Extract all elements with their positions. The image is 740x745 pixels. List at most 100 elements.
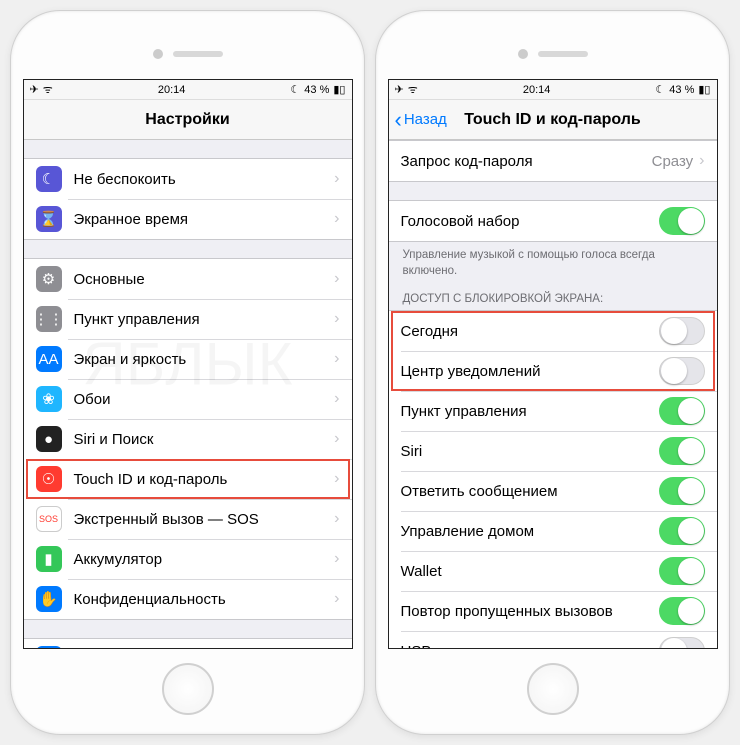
toggle[interactable] xyxy=(659,317,705,345)
chevron-right-icon: › xyxy=(334,310,339,328)
toggle[interactable] xyxy=(659,517,705,545)
toggle[interactable] xyxy=(659,597,705,625)
back-button[interactable]: ‹ Назад xyxy=(395,107,447,133)
toggle[interactable] xyxy=(659,397,705,425)
app-icon: ⋮⋮ xyxy=(36,306,62,332)
row-label: Siri и Поиск xyxy=(74,431,335,448)
chevron-right-icon: › xyxy=(334,470,339,488)
app-icon: ✋ xyxy=(36,586,62,612)
row-label: Запрос код-пароля xyxy=(401,153,652,170)
battery-label: 43 % xyxy=(304,84,329,96)
toggle[interactable] xyxy=(659,357,705,385)
back-label: Назад xyxy=(404,111,447,128)
row-label: Сегодня xyxy=(401,323,659,340)
app-icon: ❀ xyxy=(36,386,62,412)
settings-row[interactable]: ⌛ Экранное время› xyxy=(24,199,352,239)
lock-access-row[interactable]: Управление домом xyxy=(389,511,717,551)
settings-row[interactable]: ❀ Обои› xyxy=(24,379,352,419)
lock-access-row[interactable]: Повтор пропущенных вызовов xyxy=(389,591,717,631)
settings-row[interactable]: ⒶiTunes Store и App Store› xyxy=(24,639,352,648)
settings-row[interactable]: ▮ Аккумулятор› xyxy=(24,539,352,579)
toggle[interactable] xyxy=(659,557,705,585)
row-label: USB-аксессуары xyxy=(401,643,659,648)
lock-access-row[interactable]: Сегодня xyxy=(389,311,717,351)
toggle[interactable] xyxy=(659,637,705,648)
page-title: Настройки xyxy=(145,111,229,129)
row-label: Голосовой набор xyxy=(401,213,659,230)
settings-row[interactable]: ● Siri и Поиск› xyxy=(24,419,352,459)
row-label: Пункт управления xyxy=(401,403,659,420)
settings-row[interactable]: SOS Экстренный вызов — SOS› xyxy=(24,499,352,539)
row-label: Основные xyxy=(74,271,335,288)
row-voice-dial[interactable]: Голосовой набор xyxy=(389,201,717,241)
status-time: 20:14 xyxy=(523,84,551,96)
lock-access-row[interactable]: USB-аксессуары xyxy=(389,631,717,648)
battery-label: 43 % xyxy=(669,84,694,96)
screen-right: ✈︎ ᯤ 20:14 ☾ 43 % ▮▯ ‹ Назад Touch ID и … xyxy=(388,79,718,649)
row-label: Siri xyxy=(401,443,659,460)
status-bar: ✈︎ ᯤ 20:14 ☾ 43 % ▮▯ xyxy=(24,80,352,100)
toggle[interactable] xyxy=(659,437,705,465)
phone-right: ✈︎ ᯤ 20:14 ☾ 43 % ▮▯ ‹ Назад Touch ID и … xyxy=(375,10,730,735)
settings-row[interactable]: ✋ Конфиденциальность› xyxy=(24,579,352,619)
chevron-right-icon: › xyxy=(334,390,339,408)
lock-access-row[interactable]: Wallet xyxy=(389,551,717,591)
status-time: 20:14 xyxy=(158,84,186,96)
chevron-right-icon: › xyxy=(334,550,339,568)
wifi-icon: ᯤ xyxy=(43,82,53,97)
airplane-icon: ✈︎ xyxy=(30,83,39,96)
airplane-icon: ✈︎ xyxy=(395,83,404,96)
row-label: Ответить сообщением xyxy=(401,483,659,500)
lock-access-row[interactable]: Пункт управления xyxy=(389,391,717,431)
home-button[interactable] xyxy=(162,663,214,715)
app-icon: ▮ xyxy=(36,546,62,572)
chevron-right-icon: › xyxy=(334,210,339,228)
lock-access-row[interactable]: Центр уведомлений xyxy=(389,351,717,391)
chevron-left-icon: ‹ xyxy=(395,107,402,133)
settings-row[interactable]: ⋮⋮Пункт управления› xyxy=(24,299,352,339)
screen-left: ✈︎ ᯤ 20:14 ☾ 43 % ▮▯ Настройки ☾Не беспо… xyxy=(23,79,353,649)
phone-left: ✈︎ ᯤ 20:14 ☾ 43 % ▮▯ Настройки ☾Не беспо… xyxy=(10,10,365,735)
settings-row[interactable]: ☾Не беспокоить› xyxy=(24,159,352,199)
app-icon: ☉ xyxy=(36,466,62,492)
chevron-right-icon: › xyxy=(699,152,704,170)
settings-row[interactable]: ☉Touch ID и код-пароль› xyxy=(24,459,352,499)
chevron-right-icon: › xyxy=(334,430,339,448)
row-label: Экранное время xyxy=(74,211,335,228)
row-label: Экстренный вызов — SOS xyxy=(74,511,335,528)
home-button[interactable] xyxy=(527,663,579,715)
row-label: Конфиденциальность xyxy=(74,591,335,608)
row-label: Центр уведомлений xyxy=(401,363,659,380)
app-icon: AA xyxy=(36,346,62,372)
row-label: Обои xyxy=(74,391,335,408)
app-icon: SOS xyxy=(36,506,62,532)
app-icon: ● xyxy=(36,426,62,452)
app-icon: Ⓐ xyxy=(36,646,62,648)
app-icon: ⚙ xyxy=(36,266,62,292)
toggle[interactable] xyxy=(659,477,705,505)
status-bar: ✈︎ ᯤ 20:14 ☾ 43 % ▮▯ xyxy=(389,80,717,100)
voice-note: Управление музыкой с помощью голоса всег… xyxy=(389,242,717,279)
toggle-voice-dial[interactable] xyxy=(659,207,705,235)
lock-access-row[interactable]: Siri xyxy=(389,431,717,471)
row-passcode-request[interactable]: Запрос код-пароля Сразу › xyxy=(389,141,717,181)
battery-icon: ▮▯ xyxy=(333,83,345,96)
chevron-right-icon: › xyxy=(334,590,339,608)
lock-access-row[interactable]: Ответить сообщением xyxy=(389,471,717,511)
row-label: Wallet xyxy=(401,563,659,580)
row-label: Управление домом xyxy=(401,523,659,540)
chevron-right-icon: › xyxy=(334,510,339,528)
row-value: Сразу xyxy=(652,153,694,170)
settings-row[interactable]: AAЭкран и яркость› xyxy=(24,339,352,379)
row-label: Аккумулятор xyxy=(74,551,335,568)
chevron-right-icon: › xyxy=(334,270,339,288)
section-header-lock-access: ДОСТУП С БЛОКИРОВКОЙ ЭКРАНА: xyxy=(389,279,717,310)
app-icon: ⌛ xyxy=(36,206,62,232)
navbar: Настройки xyxy=(24,100,352,140)
app-icon: ☾ xyxy=(36,166,62,192)
page-title: Touch ID и код-пароль xyxy=(464,111,641,129)
settings-row[interactable]: ⚙ Основные› xyxy=(24,259,352,299)
wifi-icon: ᯤ xyxy=(408,82,418,97)
battery-icon: ▮▯ xyxy=(698,83,710,96)
navbar: ‹ Назад Touch ID и код-пароль xyxy=(389,100,717,140)
